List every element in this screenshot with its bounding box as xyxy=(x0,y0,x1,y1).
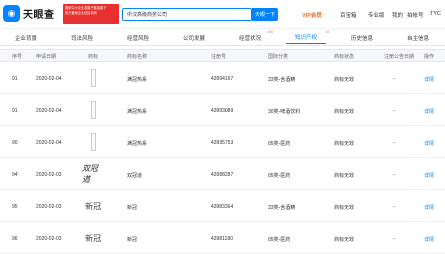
cell-class: 30类-啤酒饮料 xyxy=(268,109,301,115)
cell-class: 05类-医药 xyxy=(268,141,291,147)
trademark-image-text: 新冠 xyxy=(85,233,101,243)
trademark-image[interactable] xyxy=(82,99,104,121)
th-date: 申请日期 xyxy=(36,54,57,60)
trademark-image-text: 新冠 xyxy=(85,201,101,211)
th-trademark: 商标 xyxy=(88,54,99,60)
cell-status: 商标无效 xyxy=(334,205,355,211)
trademark-image-text: 双冠道 xyxy=(82,164,98,184)
search-box[interactable]: 中汉高级商务公司 xyxy=(122,8,252,21)
cell-date: 2020-02-03 xyxy=(36,236,62,242)
nav-pro[interactable]: 专业版 xyxy=(368,11,385,19)
search-input[interactable]: 中汉高级商务公司 xyxy=(127,11,167,18)
cell-name: 满冠热系 xyxy=(127,141,148,147)
th-reg-no: 注册号 xyxy=(211,54,227,60)
th-index: 序号 xyxy=(12,54,23,60)
table-row: 双冠道 94 2020-02-03 双冠道 43988287 05类-医药 商标无效 - 详情 xyxy=(0,159,445,190)
cell-reg-no: 43994167 xyxy=(211,76,234,82)
trademark-image[interactable] xyxy=(82,67,104,89)
cell-pub-date: - xyxy=(393,172,395,178)
cell-class: 33类-含酒精 xyxy=(268,205,296,211)
section-tabs: 企业背景 司法风险 经营风险 公司发展 经营状况 305 知识产权 19 历史信息 … xyxy=(0,29,445,46)
cell-name: 双冠道 xyxy=(127,173,143,179)
logo-text: 天眼查 xyxy=(23,10,55,21)
tab-development[interactable]: 公司发展 xyxy=(174,31,214,44)
detail-link[interactable]: 详情 xyxy=(424,108,434,115)
cell-class: 33类-含酒精 xyxy=(268,77,296,83)
cell-name: 满冠热系 xyxy=(127,109,148,115)
tab-ip[interactable]: 知识产权 19 xyxy=(286,30,329,44)
trademark-glyph xyxy=(90,133,96,151)
cell-status: 商标无效 xyxy=(334,77,355,83)
cell-pub-date: - xyxy=(393,108,395,114)
cell-date: 2020-02-04 xyxy=(36,108,62,114)
tab-self-info[interactable]: 自主信息 xyxy=(398,31,438,44)
cell-date: 2020-02-04 xyxy=(36,76,62,82)
table-header: 序号 申请日期 商标 商标名称 注册号 国际分类 商标状态 注册公告日期 操作 xyxy=(0,49,445,62)
cell-date: 2020-02-03 xyxy=(36,204,62,210)
cell-status: 商标无效 xyxy=(334,173,355,179)
top-header: ◉ 天眼查 国家中小企业发展子基金旗下 官方备案企业征信机构 中汉高级商务公司 … xyxy=(0,0,445,29)
th-status: 商标状态 xyxy=(334,54,355,60)
trademark-glyph xyxy=(90,101,96,119)
nav-toolbox[interactable]: 百宝箱 xyxy=(340,11,357,19)
detail-link[interactable]: 详情 xyxy=(424,204,434,211)
cell-status: 商标无效 xyxy=(334,109,355,115)
cell-date: 2020-02-03 xyxy=(36,172,62,178)
th-name: 商标名称 xyxy=(127,54,148,60)
detail-link[interactable]: 详情 xyxy=(424,172,434,179)
table-row: 91 2020-02-04 满冠热系 43993089 30类-啤酒饮料 商标无效 - 详情 xyxy=(0,95,445,126)
table-row: 新冠 95 2020-02-03 新冠 43983364 33类-含酒精 商标无效 - 详情 xyxy=(0,191,445,222)
nav-user[interactable]: TYC xyxy=(430,11,441,17)
logo-eye-icon: ◉ xyxy=(3,5,20,22)
cell-name: 新冠 xyxy=(127,205,138,211)
cell-pub-date: - xyxy=(393,204,395,210)
trademark-glyph xyxy=(90,69,96,87)
vip-link[interactable]: VIP会员 xyxy=(302,11,322,19)
cell-reg-no: 43995753 xyxy=(211,140,234,146)
tab-legal-risk[interactable]: 司法风险 xyxy=(62,31,102,44)
cell-pub-date: - xyxy=(393,140,395,146)
detail-link[interactable]: 详情 xyxy=(424,76,434,83)
table-row: 91 2020-02-04 满冠热系 43994167 33类-含酒精 商标无效 - 详情 xyxy=(0,63,445,94)
cell-index: 90 xyxy=(12,140,18,146)
cell-class: 05类-医药 xyxy=(268,173,291,179)
search-button[interactable]: 天眼一下 xyxy=(252,8,278,21)
detail-link[interactable]: 详情 xyxy=(424,140,434,147)
nav-account[interactable]: 拍帐号 xyxy=(407,11,424,19)
trademark-image[interactable]: 新冠 xyxy=(82,227,104,249)
tab-operation-status[interactable]: 经营状况 305 xyxy=(230,30,273,44)
cell-index: 95 xyxy=(12,204,18,210)
cell-date: 2020-02-04 xyxy=(36,140,62,146)
table-row: 90 2020-02-04 满冠热系 43995753 05类-医药 商标无效 - 详情 xyxy=(0,127,445,158)
tab-background[interactable]: 企业背景 xyxy=(6,31,46,44)
tab-history[interactable]: 历史信息 xyxy=(342,31,382,44)
cell-reg-no: 43981180 xyxy=(211,236,233,242)
banner-line-2: 官方备案企业征信机构 xyxy=(65,11,97,15)
cell-index: 91 xyxy=(12,76,18,82)
cell-pub-date: - xyxy=(393,76,395,82)
th-class: 国际分类 xyxy=(268,54,289,60)
nav-mine[interactable]: 我的 xyxy=(392,11,403,19)
trademark-image[interactable]: 新冠 xyxy=(82,195,104,217)
cell-reg-no: 43993089 xyxy=(211,108,234,114)
cell-status: 商标无效 xyxy=(334,141,355,147)
th-action: 操作 xyxy=(424,54,435,60)
cell-index: 91 xyxy=(12,108,18,114)
cell-index: 94 xyxy=(12,172,18,178)
promo-banner[interactable]: 国家中小企业发展子基金旗下 官方备案企业征信机构 xyxy=(63,4,119,24)
cell-reg-no: 43988287 xyxy=(211,172,234,178)
cell-name: 满冠热系 xyxy=(127,77,148,83)
tab-operation-risk[interactable]: 经营风险 xyxy=(118,31,158,44)
cell-reg-no: 43983364 xyxy=(211,204,234,210)
cell-index: 96 xyxy=(12,236,18,242)
trademark-image[interactable] xyxy=(82,131,104,153)
cell-pub-date: - xyxy=(393,236,395,242)
trademark-image[interactable]: 双冠道 xyxy=(82,163,104,185)
table-row: 新冠 96 2020-02-03 新冠 43981180 05类-医药 商标无效 - 详情 xyxy=(0,223,445,254)
th-pub-date: 注册公告日期 xyxy=(384,54,415,60)
site-logo[interactable]: ◉ 天眼查 xyxy=(3,5,55,22)
